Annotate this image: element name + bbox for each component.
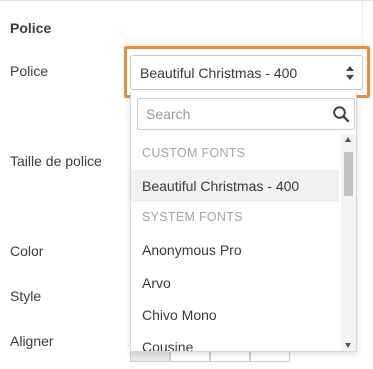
font-dropdown: CUSTOM FONTS Beautiful Christmas - 400 S… xyxy=(130,92,357,352)
scroll-down-arrow-icon[interactable] xyxy=(345,343,351,348)
align-label: Aligner xyxy=(10,333,54,349)
group-header-custom-fonts: CUSTOM FONTS xyxy=(142,146,246,160)
option-chivo-mono[interactable]: Chivo Mono xyxy=(131,299,339,331)
search-icon[interactable] xyxy=(332,105,350,123)
font-family-select-value: Beautiful Christmas - 400 xyxy=(140,65,298,81)
search-input[interactable] xyxy=(138,99,328,129)
option-beautiful-christmas[interactable]: Beautiful Christmas - 400 xyxy=(131,170,339,202)
option-anonymous-pro[interactable]: Anonymous Pro xyxy=(131,234,339,266)
font-size-label: Taille de police xyxy=(10,153,102,169)
dropdown-scrollbar[interactable] xyxy=(341,134,356,351)
option-arvo[interactable]: Arvo xyxy=(131,267,339,299)
search-box xyxy=(137,98,355,130)
font-family-label: Police xyxy=(10,63,49,79)
scroll-thumb[interactable] xyxy=(344,152,353,196)
section-title: Police xyxy=(10,20,52,36)
option-cousine[interactable]: Cousine xyxy=(131,331,339,351)
style-label: Style xyxy=(10,288,42,304)
scroll-up-arrow-icon[interactable] xyxy=(345,137,351,142)
top-divider xyxy=(0,0,373,1)
updown-arrows-icon xyxy=(346,66,354,80)
font-family-select[interactable]: Beautiful Christmas - 400 xyxy=(130,55,363,90)
group-header-system-fonts: SYSTEM FONTS xyxy=(142,210,243,224)
color-label: Color xyxy=(10,243,44,259)
